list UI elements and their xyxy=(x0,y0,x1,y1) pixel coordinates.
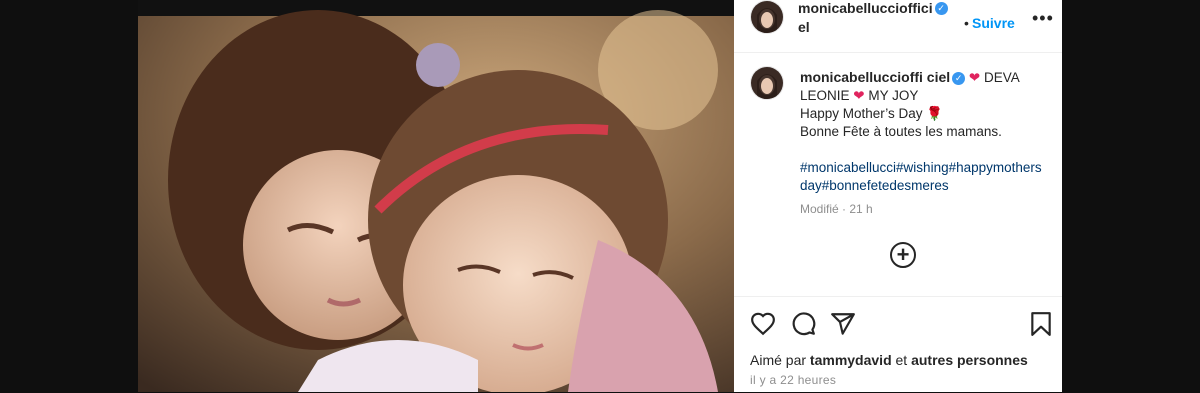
post-timestamp[interactable]: il y a 22 heures xyxy=(750,373,836,387)
caption-avatar[interactable] xyxy=(750,66,784,100)
avatar-image xyxy=(751,1,783,33)
edited-label: Modifié xyxy=(800,202,839,216)
speech-bubble-icon[interactable] xyxy=(790,311,816,337)
caption-line1-c: MY JOY xyxy=(868,88,919,103)
author-avatar[interactable] xyxy=(750,0,784,34)
caption-time[interactable]: 21 h xyxy=(849,202,872,216)
photo-image xyxy=(138,0,734,392)
liked-by-text: Aimé par tammydavid et autres personnes xyxy=(750,352,1028,368)
caption-line2: Happy Mother’s Day xyxy=(800,106,923,121)
verified-badge-icon: ✓ xyxy=(952,71,966,85)
liked-by-others[interactable]: autres personnes xyxy=(911,352,1028,368)
caption-line1-a: DEVA xyxy=(984,70,1020,85)
paper-plane-icon[interactable] xyxy=(830,311,856,337)
caption-line1-b: LEONIE xyxy=(800,88,850,103)
caption-username[interactable]: monicabelluccioffi ciel xyxy=(800,69,950,85)
verified-badge-icon: ✓ xyxy=(934,2,948,16)
liked-by-mid: et xyxy=(895,352,908,368)
liked-by-user[interactable]: tammydavid xyxy=(810,352,892,368)
separator-dot: • xyxy=(964,15,969,31)
plus-circle-icon[interactable]: + xyxy=(890,242,916,268)
follow-button[interactable]: Suivre xyxy=(972,15,1015,31)
more-options-icon[interactable]: ••• xyxy=(1032,8,1054,29)
post-photo[interactable] xyxy=(138,0,734,392)
avatar-image xyxy=(751,67,783,99)
post-caption: monicabelluccioffi ciel ✓ ❤ DEVA LEONIE ❤… xyxy=(800,68,1044,195)
caption-meta: Modifié · 21 h xyxy=(800,202,873,216)
post-side-panel: monicabelluccioffici ✓ el • Suivre ••• mo… xyxy=(734,0,1062,392)
caption-hashtags[interactable]: #monicabellucci#wishing#happymothersday#… xyxy=(800,159,1044,195)
post-actions: Aimé par tammydavid et autres personnes … xyxy=(734,296,1062,393)
author-username[interactable]: monicabelluccioffici xyxy=(798,0,933,16)
rose-icon: 🌹 xyxy=(926,106,944,121)
author-username-wrap: el xyxy=(798,19,810,35)
heart-outline-icon[interactable] xyxy=(750,311,776,337)
red-heart-icon: ❤ xyxy=(853,88,865,103)
red-heart-icon: ❤ xyxy=(968,70,981,85)
liked-by-prefix: Aimé par xyxy=(750,352,807,368)
bookmark-icon[interactable] xyxy=(1030,311,1052,337)
caption-line3: Bonne Fête à toutes les mamans. xyxy=(800,124,1002,139)
post-header: monicabelluccioffici ✓ el • Suivre ••• xyxy=(734,0,1062,53)
